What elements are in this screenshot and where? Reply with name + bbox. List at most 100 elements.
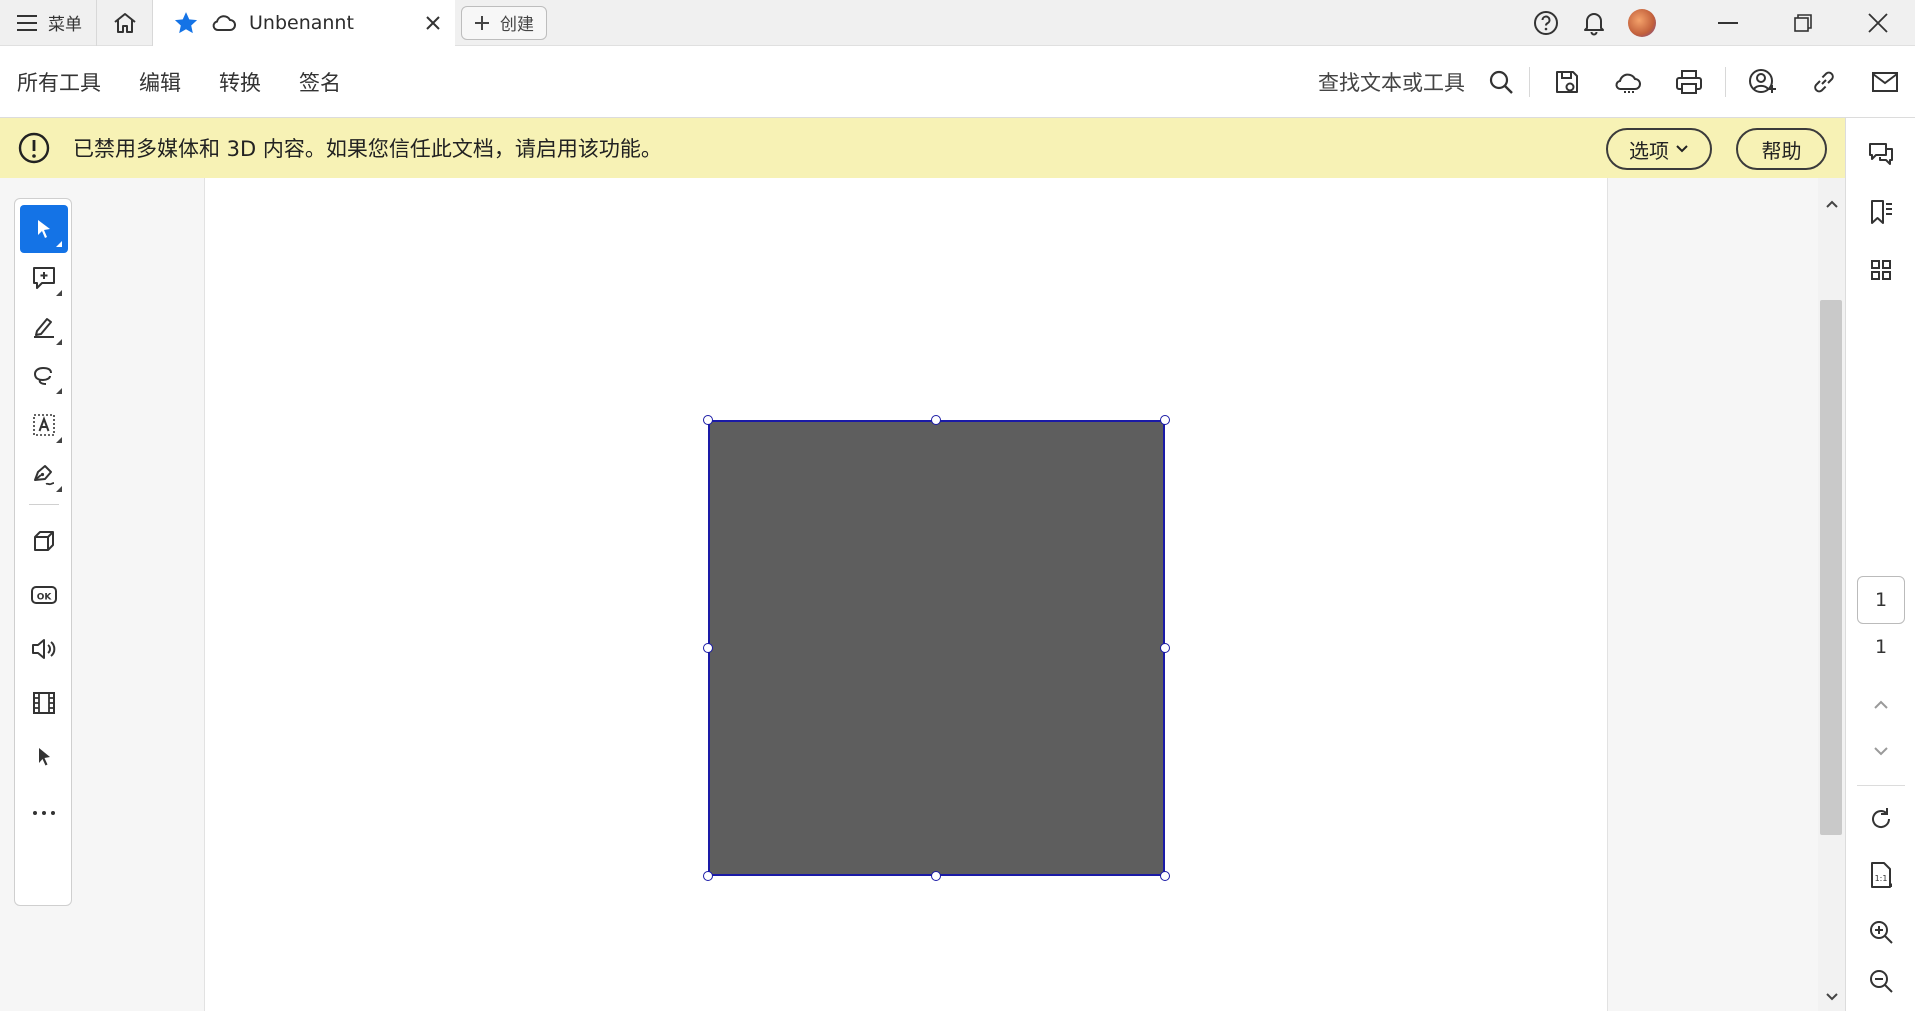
cloud-upload-button[interactable] xyxy=(1597,46,1658,118)
resize-handle-top-right[interactable] xyxy=(1160,415,1170,425)
freehand-draw-tool-button[interactable] xyxy=(20,352,68,400)
button-form-tool[interactable]: OK xyxy=(20,571,68,619)
avatar xyxy=(1628,9,1656,37)
search-button[interactable] xyxy=(1479,46,1523,118)
search-tools-label[interactable]: 查找文本或工具 xyxy=(1318,67,1465,97)
sound-tool-button[interactable] xyxy=(20,625,68,673)
print-button[interactable] xyxy=(1658,46,1719,118)
toolbar-divider xyxy=(1725,67,1726,97)
vertical-scrollbar[interactable] xyxy=(1818,178,1845,1011)
document-gutter xyxy=(1608,178,1818,1011)
thumbnails-panel-button[interactable] xyxy=(1857,246,1905,294)
toolbar-divider xyxy=(1529,67,1530,97)
copy-link-button[interactable] xyxy=(1793,46,1854,118)
share-user-button[interactable] xyxy=(1732,46,1793,118)
add-comment-icon xyxy=(31,265,57,291)
select-tool-button[interactable] xyxy=(20,205,68,253)
zoom-out-button[interactable] xyxy=(1857,957,1905,1005)
restore-button[interactable] xyxy=(1765,0,1840,46)
chevron-down-icon xyxy=(1873,746,1889,758)
zoom-out-icon xyxy=(1868,968,1894,994)
arrow-cursor-icon xyxy=(33,217,55,241)
select-object-tool-button[interactable] xyxy=(20,733,68,781)
bookmarks-panel-button[interactable] xyxy=(1857,188,1905,236)
resize-handle-right[interactable] xyxy=(1160,643,1170,653)
film-icon xyxy=(31,690,57,716)
resize-handle-bottom-left[interactable] xyxy=(703,871,713,881)
resize-handle-bottom-right[interactable] xyxy=(1160,871,1170,881)
search-icon xyxy=(1488,69,1514,95)
previous-page-button[interactable] xyxy=(1857,680,1905,728)
help-notice-button[interactable]: 帮助 xyxy=(1736,128,1827,170)
pen-sign-icon xyxy=(31,461,57,487)
multimedia-disabled-notice: 已禁用多媒体和 3D 内容。如果您信任此文档，请启用该功能。 选项 帮助 xyxy=(0,118,1845,178)
options-dropdown-button[interactable]: 选项 xyxy=(1606,128,1712,170)
title-bar: 菜单 Unbenannt 创建 xyxy=(0,0,1915,46)
chevron-down-icon xyxy=(1825,992,1839,1002)
quick-tools-rail: OK xyxy=(14,198,72,906)
bell-icon xyxy=(1582,10,1606,36)
close-icon xyxy=(1867,13,1888,33)
resize-handle-top[interactable] xyxy=(931,415,941,425)
submenu-indicator xyxy=(56,290,62,296)
close-window-button[interactable] xyxy=(1840,0,1915,46)
rotate-view-button[interactable] xyxy=(1857,795,1905,843)
next-page-button[interactable] xyxy=(1857,728,1905,776)
printer-icon xyxy=(1674,68,1704,96)
save-icon xyxy=(1553,68,1581,96)
document-tab[interactable]: Unbenannt xyxy=(153,0,455,46)
rotate-icon xyxy=(1868,806,1894,832)
create-label: 创建 xyxy=(500,15,534,35)
minimize-icon xyxy=(1717,21,1738,25)
comments-panel-button[interactable] xyxy=(1857,130,1905,178)
menu-sign[interactable]: 签名 xyxy=(299,67,341,97)
home-button[interactable] xyxy=(97,0,153,46)
page-fit-button[interactable]: 1:1 xyxy=(1857,851,1905,899)
menu-label: 菜单 xyxy=(48,15,82,35)
restore-icon xyxy=(1793,13,1813,33)
3d-tool-button[interactable] xyxy=(20,517,68,565)
chevron-up-icon xyxy=(1825,199,1839,209)
text-box-tool-button[interactable] xyxy=(20,401,68,449)
scrollbar-thumb[interactable] xyxy=(1820,300,1842,835)
create-button[interactable]: 创建 xyxy=(461,5,547,40)
svg-text:OK: OK xyxy=(37,593,53,603)
menu-edit[interactable]: 编辑 xyxy=(139,67,181,97)
highlight-tool-button[interactable] xyxy=(20,303,68,351)
selected-rectangle-object[interactable] xyxy=(703,415,1170,881)
lasso-draw-icon xyxy=(31,363,57,389)
video-tool-button[interactable] xyxy=(20,679,68,727)
add-comment-tool-button[interactable] xyxy=(20,254,68,302)
star-icon[interactable] xyxy=(173,10,199,36)
account-button[interactable] xyxy=(1618,0,1666,46)
help-circle-icon xyxy=(1533,10,1559,36)
menu-all-tools[interactable]: 所有工具 xyxy=(17,67,101,97)
resize-handle-bottom[interactable] xyxy=(931,871,941,881)
email-button[interactable] xyxy=(1854,46,1915,118)
menu-button[interactable]: 菜单 xyxy=(0,0,97,46)
more-tools-button[interactable] xyxy=(20,789,68,837)
current-page-input[interactable]: 1 xyxy=(1857,576,1905,624)
scroll-up-button[interactable] xyxy=(1818,190,1845,218)
scroll-down-button[interactable] xyxy=(1818,983,1845,1011)
plus-icon xyxy=(474,15,490,31)
zoom-in-button[interactable] xyxy=(1857,908,1905,956)
help-button[interactable] xyxy=(1522,0,1570,46)
comments-icon xyxy=(1867,140,1895,168)
cloud-upload-icon xyxy=(1613,69,1643,95)
notifications-button[interactable] xyxy=(1570,0,1618,46)
menu-convert[interactable]: 转换 xyxy=(219,67,261,97)
minimize-button[interactable] xyxy=(1690,0,1765,46)
add-user-icon xyxy=(1748,68,1778,96)
help-label: 帮助 xyxy=(1761,138,1802,163)
chevron-down-icon xyxy=(1675,144,1689,154)
rectangle-fill[interactable] xyxy=(708,420,1165,876)
resize-handle-left[interactable] xyxy=(703,643,713,653)
pointer-icon xyxy=(33,745,55,769)
save-button[interactable] xyxy=(1536,46,1597,118)
resize-handle-top-left[interactable] xyxy=(703,415,713,425)
submenu-indicator xyxy=(56,486,62,492)
bookmark-icon xyxy=(1867,198,1895,226)
close-tab-icon[interactable] xyxy=(425,15,441,31)
sign-tool-button[interactable] xyxy=(20,450,68,498)
